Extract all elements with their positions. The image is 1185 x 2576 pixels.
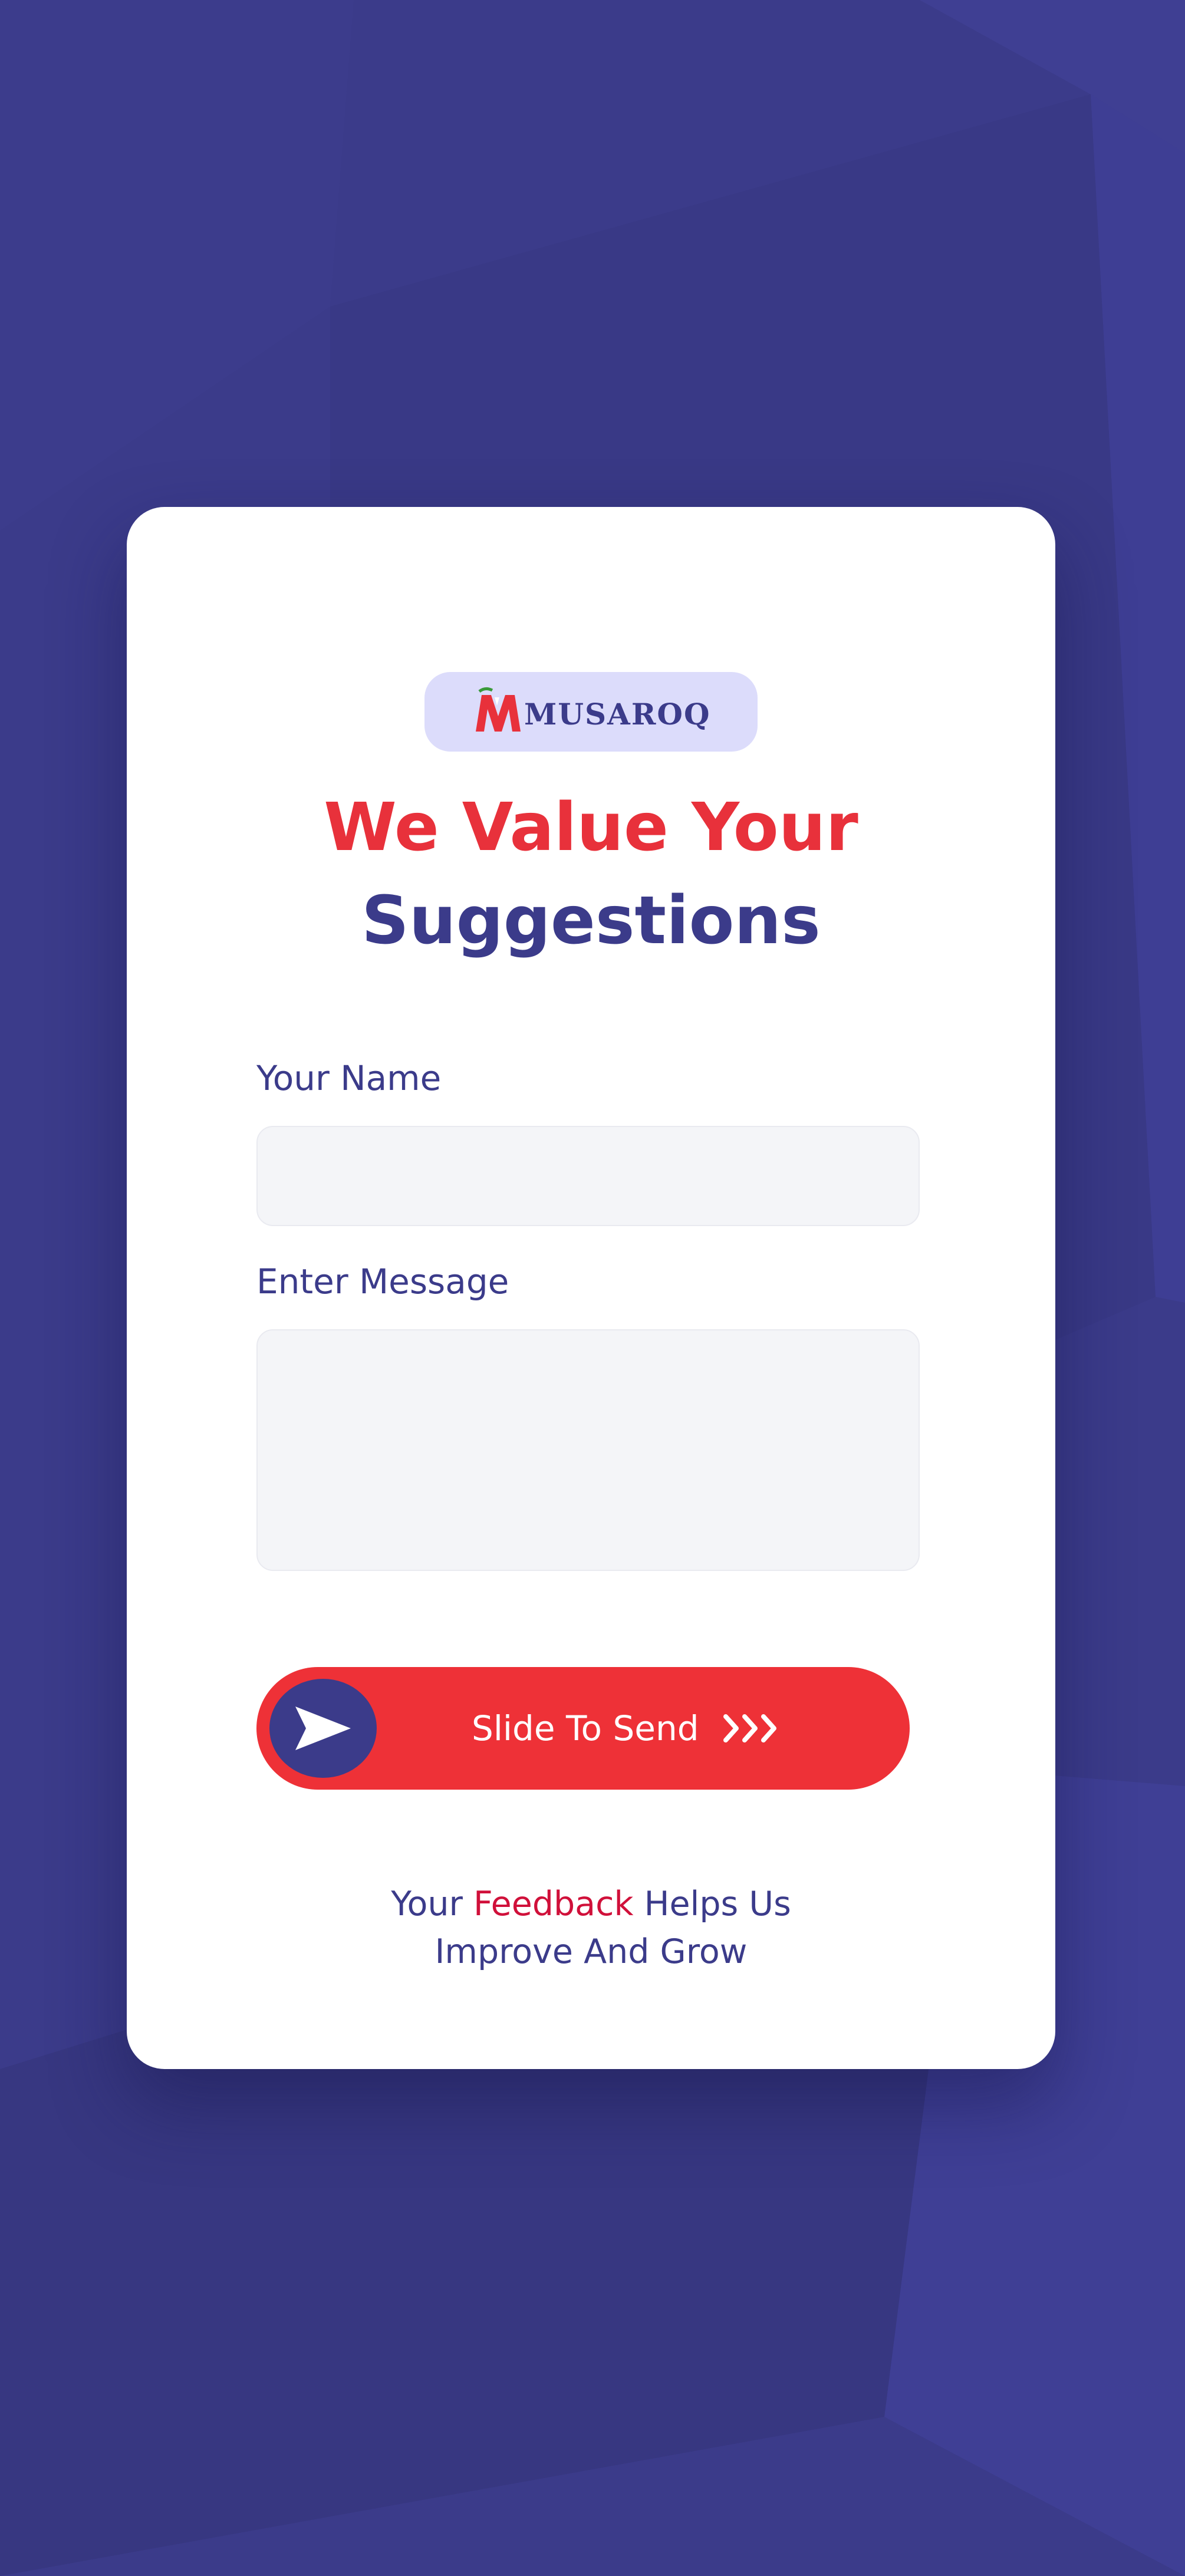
feedback-footer: Your Feedback Helps Us Improve And Grow [127,1880,1055,1976]
triple-chevron-right-icon [723,1714,776,1742]
slider-label: Slide To Send [472,1708,699,1748]
page-title: We Value Your Suggestions [127,781,1055,967]
footer-text-1: Your [391,1885,474,1923]
send-arrow-icon [295,1707,351,1750]
feedback-card: MUSAROQ We Value Your Suggestions Your N… [127,507,1055,2069]
footer-highlight: Feedback [473,1885,634,1923]
footer-line-1: Your Feedback Helps Us [127,1880,1055,1928]
footer-line-2: Improve And Grow [434,1932,748,1971]
footer-text-2: Helps Us [633,1885,791,1923]
message-label: Enter Message [256,1261,509,1302]
message-textarea[interactable] [256,1329,920,1571]
svg-text:MUSAROQ: MUSAROQ [524,697,711,732]
title-line-1: We Value Your [324,789,858,866]
musaroq-logo-icon: MUSAROQ [475,687,711,732]
name-input[interactable] [256,1126,920,1226]
slider-knob[interactable] [269,1679,377,1778]
slide-to-send-slider[interactable]: Slide To Send [256,1667,910,1790]
name-label: Your Name [256,1058,442,1098]
title-line-2: Suggestions [361,882,821,959]
brand-logo: MUSAROQ [424,672,758,752]
